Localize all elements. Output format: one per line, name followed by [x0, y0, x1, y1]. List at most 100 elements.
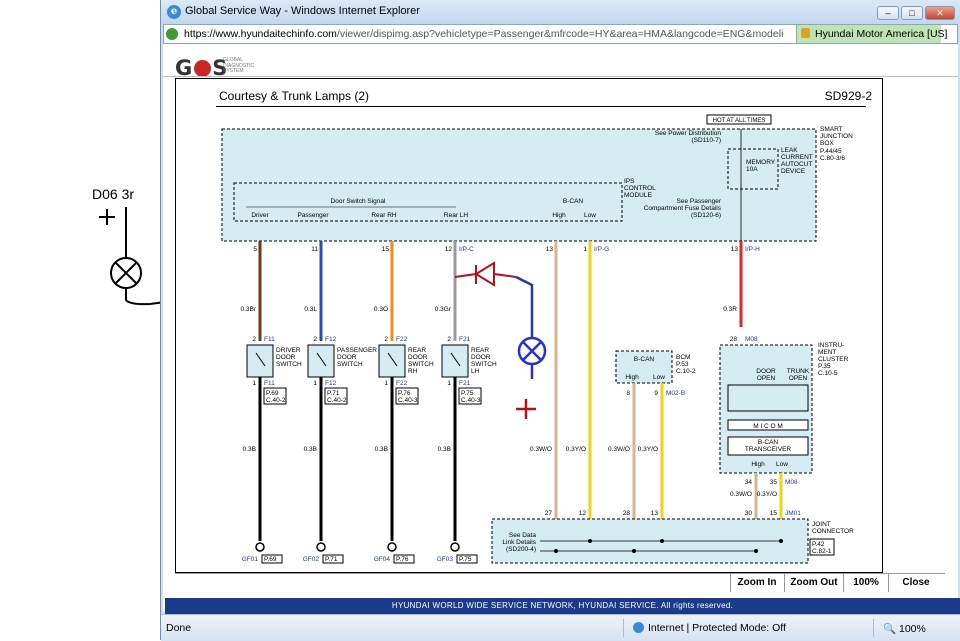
- close-viewer-button[interactable]: Close: [888, 574, 943, 592]
- switch-label: LH: [471, 368, 480, 375]
- logo-dot-icon: [194, 60, 212, 77]
- joint-pin: 15: [770, 510, 778, 517]
- switch-page-ref: P.71: [327, 390, 340, 397]
- browser-window: e Global Service Way - Windows Internet …: [160, 0, 960, 641]
- bcan-label: B-CAN: [563, 198, 584, 205]
- annotation-wire: [515, 275, 534, 337]
- bcm-high-label: High: [625, 374, 639, 381]
- sjb-label: BOX: [820, 140, 834, 147]
- wire-spec: 0.3Br: [240, 306, 256, 313]
- door-switch-box: [246, 344, 274, 378]
- switch-page-ref: C.40-3: [398, 397, 418, 404]
- close-window-button[interactable]: ✕: [925, 6, 955, 20]
- status-zoom[interactable]: 🔍 100%: [883, 622, 926, 635]
- cluster-pin: 28: [730, 336, 738, 343]
- junction-dot: [779, 539, 783, 543]
- smart-junction-box-panel: [221, 128, 817, 242]
- switch-label: DRIVER: [276, 347, 301, 354]
- joint-page-ref: P.42: [812, 541, 825, 548]
- pin-number: 11: [311, 246, 318, 253]
- minimize-button[interactable]: –: [877, 6, 899, 20]
- power-distribution-ref: See Power Distribution: [655, 130, 721, 137]
- wire-spec: 0.3O: [374, 306, 388, 313]
- switch-label: DOOR: [408, 354, 428, 361]
- ie-logo-icon: e: [167, 5, 181, 19]
- cluster-connector: M08: [745, 336, 758, 343]
- junction-dot: [754, 549, 758, 553]
- wire-spec: 0.3B: [304, 446, 317, 453]
- connector-label: I/P-C: [459, 246, 474, 253]
- pin-number: 13: [546, 246, 554, 253]
- ground-symbol: [255, 542, 265, 552]
- cluster-pin: 35: [770, 479, 778, 486]
- micom-label: M I C O M: [753, 423, 783, 430]
- transceiver-label: B-CAN: [758, 439, 779, 446]
- switch-pin: 1: [447, 380, 451, 387]
- switch-connector: F12: [325, 336, 337, 343]
- url-text[interactable]: https://www.hyundaitechinfo.com/viewer/d…: [184, 28, 784, 40]
- memory-fuse-label: 10A: [746, 166, 758, 173]
- data-link-ref: (SD200-4): [506, 546, 536, 553]
- trunk-open-label: OPEN: [789, 375, 808, 382]
- joint-pin: 13: [651, 510, 659, 517]
- zoom-out-button[interactable]: Zoom Out: [784, 574, 843, 592]
- status-separator: [623, 619, 624, 637]
- sjb-label: SMART: [820, 126, 843, 133]
- status-zoom-label: 100%: [899, 623, 926, 635]
- annotation-label: D06 3r: [92, 186, 135, 202]
- ips-label: MODULE: [624, 192, 652, 199]
- wire-spec: 0.3Y/O: [566, 446, 586, 453]
- wire-spec: 0.3W/O: [530, 446, 552, 453]
- ground-label: GF02: [303, 556, 320, 563]
- switch-pin: 1: [384, 380, 388, 387]
- switch-pin: 2: [447, 336, 451, 343]
- leak-current-label: CURRENT: [781, 154, 813, 161]
- switch-label: SWITCH: [337, 361, 363, 368]
- pin-number: 13: [731, 246, 739, 253]
- magnifier-icon: 🔍: [883, 623, 897, 635]
- pin-number: 15: [382, 246, 390, 253]
- hot-at-all-times-label: HOT AT ALL TIMES: [713, 118, 766, 124]
- junction-dot: [554, 549, 558, 553]
- door-switch-box: [378, 344, 406, 378]
- joint-pin: 30: [745, 510, 753, 517]
- certificate-badge[interactable]: Hyundai Motor America [US]: [796, 25, 947, 43]
- security-zone-label: Internet | Protected Mode: Off: [648, 622, 786, 634]
- title-bar: e Global Service Way - Windows Internet …: [161, 0, 960, 24]
- door-open-label: OPEN: [757, 375, 776, 382]
- junction-dot: [660, 539, 664, 543]
- joint-connector-label: CONNECTOR: [812, 528, 854, 535]
- wire-spec: 0.3Gr: [435, 306, 452, 313]
- wire-spec: 0.3W/O: [608, 446, 630, 453]
- switch-connector: F22: [396, 336, 408, 343]
- transceiver-label: TRANSCEIVER: [745, 446, 792, 453]
- maximize-button[interactable]: □: [901, 6, 923, 20]
- copyright-footer: HYUNDAI WORLD WIDE SERVICE NETWORK, HYUN…: [165, 598, 960, 614]
- globe-icon: [633, 622, 644, 633]
- leak-current-label: LEAK: [781, 147, 798, 154]
- pin-number: 1: [583, 246, 587, 253]
- annotation-diode: [454, 261, 517, 287]
- ips-label: CONTROL: [624, 185, 656, 192]
- joint-connector-label: JOINT: [812, 521, 831, 528]
- address-bar[interactable]: https://www.hyundaitechinfo.com/viewer/d…: [163, 24, 958, 44]
- cluster-label: P.35: [818, 363, 831, 370]
- ground-label: GF04: [374, 556, 391, 563]
- zoom-in-button[interactable]: Zoom In: [730, 574, 783, 592]
- switch-label: SWITCH: [408, 361, 434, 368]
- switch-label: PASSENGER: [337, 347, 377, 354]
- switch-page-ref: C.40-3: [461, 397, 481, 404]
- window-title: Global Service Way - Windows Internet Ex…: [185, 5, 420, 17]
- wiring-diagram: Courtesy & Trunk Lamps (2) SD929-2 HOT A…: [175, 78, 883, 573]
- cluster-high-label: High: [751, 461, 765, 468]
- joint-connector-code: JM01: [785, 510, 801, 517]
- bcm-label: C.10-2: [676, 368, 696, 375]
- bcan-high-label: High: [552, 212, 566, 219]
- junction-dot: [588, 539, 592, 543]
- cluster-label: CLUSTER: [818, 356, 849, 363]
- diagram-canvas: HOT AT ALL TIMESSMARTJUNCTIONBOXP.44/45C…: [221, 114, 854, 564]
- gds-logo-subtitle: GLOBAL DIAGNOSTIC SYSTEM: [223, 57, 255, 74]
- bcm-low-label: Low: [653, 374, 665, 381]
- door-switch-box: [307, 344, 335, 378]
- ips-label: IPS: [624, 178, 635, 185]
